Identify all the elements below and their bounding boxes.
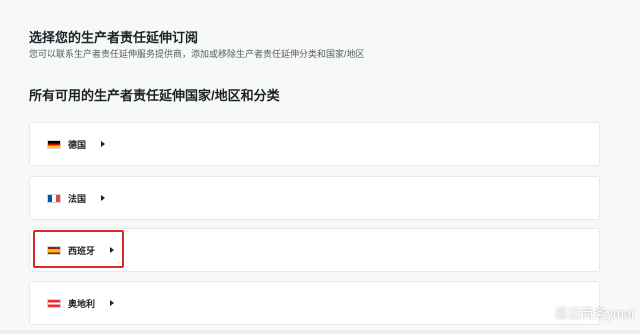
caret-right-icon[interactable] bbox=[110, 300, 115, 306]
watermark-text: 易迈商务ymai bbox=[554, 306, 634, 321]
page-subtitle: 您可以联系生产者责任延伸服务提供商，添加或移除生产者责任延伸分类和国家/地区 bbox=[29, 49, 365, 59]
country-row-content: 法国 bbox=[47, 177, 106, 219]
watermark: 易迈商务ymai bbox=[529, 303, 634, 322]
germany-flag-icon bbox=[47, 139, 61, 149]
austria-flag-icon bbox=[47, 298, 61, 308]
caret-right-icon[interactable] bbox=[101, 195, 106, 201]
country-label: 德国 bbox=[68, 139, 87, 150]
country-row-france[interactable]: 法国 bbox=[29, 176, 600, 220]
page-title: 选择您的生产者责任延伸订阅 bbox=[29, 30, 199, 45]
caret-right-icon[interactable] bbox=[101, 141, 106, 147]
wechat-icon bbox=[529, 305, 548, 319]
section-title: 所有可用的生产者责任延伸国家/地区和分类 bbox=[29, 88, 280, 103]
country-label: 奥地利 bbox=[68, 298, 96, 309]
page: 选择您的生产者责任延伸订阅 您可以联系生产者责任延伸服务提供商，添加或移除生产者… bbox=[0, 0, 640, 334]
country-row-content: 奥地利 bbox=[47, 282, 115, 324]
france-flag-icon bbox=[47, 193, 61, 203]
highlight-annotation bbox=[33, 230, 124, 268]
country-row-germany[interactable]: 德国 bbox=[29, 122, 600, 166]
country-row-content: 德国 bbox=[47, 123, 106, 165]
country-row-austria[interactable]: 奥地利 bbox=[29, 281, 600, 325]
country-label: 法国 bbox=[68, 193, 87, 204]
bottom-strip bbox=[0, 330, 640, 334]
